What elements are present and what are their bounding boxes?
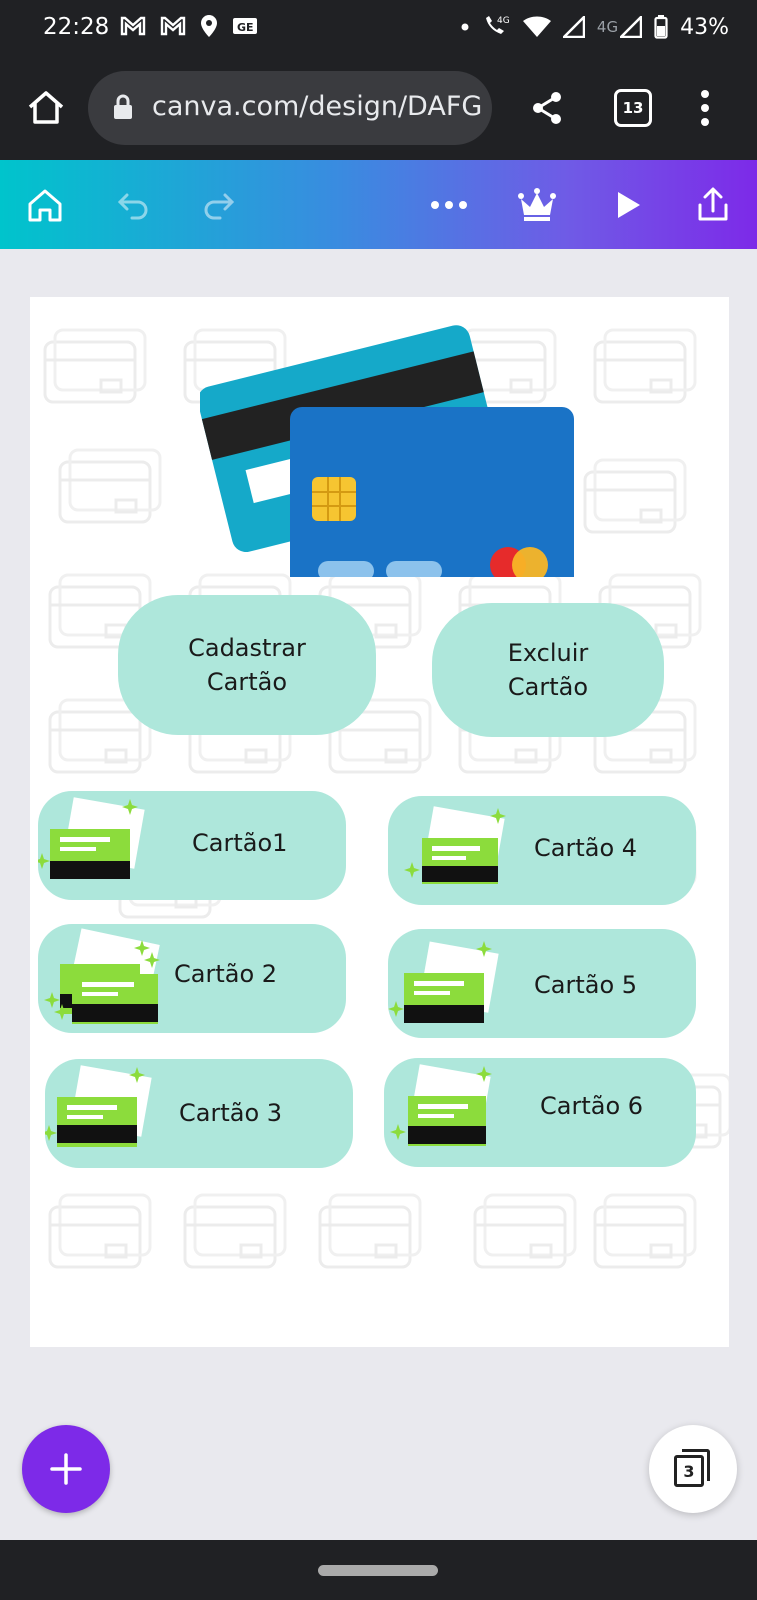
design-page[interactable]: Cadastrar Cartão Excluir Cartão Cartão1 xyxy=(30,297,729,1347)
editor-toolbar xyxy=(0,160,757,249)
status-time: 22:28 xyxy=(43,14,110,40)
system-nav-bar xyxy=(0,1540,757,1600)
svg-text:4G: 4G xyxy=(497,16,510,26)
battery-percent: 43% xyxy=(680,14,729,40)
card-label: Cartão1 xyxy=(192,829,288,857)
card-icon xyxy=(38,797,145,879)
signal-icon xyxy=(562,16,585,38)
card-icon xyxy=(390,1064,492,1146)
card-icon xyxy=(44,928,160,1024)
share-icon xyxy=(698,187,728,221)
register-card-label: Cadastrar Cartão xyxy=(188,634,306,696)
card-button-6[interactable]: Cartão 6 xyxy=(384,1058,696,1167)
status-system-icons: 4G 4G 43% xyxy=(461,14,729,40)
card-button-5[interactable]: Cartão 5 xyxy=(388,929,696,1038)
home-button[interactable] xyxy=(24,86,68,130)
card-button-4[interactable]: Cartão 4 xyxy=(388,796,696,905)
news-icon: GE xyxy=(233,18,257,34)
register-card-button[interactable]: Cadastrar Cartão xyxy=(118,595,376,735)
card-label: Cartão 3 xyxy=(179,1099,283,1127)
card-button-1[interactable]: Cartão1 xyxy=(38,791,346,900)
gmail-icon xyxy=(120,16,146,36)
network-type: 4G xyxy=(596,18,619,36)
browser-menu-button[interactable] xyxy=(690,88,720,128)
more-icon xyxy=(431,201,467,209)
crown-icon xyxy=(518,188,556,221)
svg-text:GE: GE xyxy=(237,21,254,34)
tab-switcher-button[interactable]: 13 xyxy=(614,89,652,127)
battery-icon xyxy=(654,15,668,39)
status-bar: 22:28 GE 4G 4G 43% xyxy=(0,0,757,62)
call-4g-icon: 4G xyxy=(485,16,510,34)
dot-icon xyxy=(461,23,469,31)
plus-icon xyxy=(50,1453,82,1485)
home-icon xyxy=(28,91,64,124)
card-icon xyxy=(388,941,499,1023)
wifi-icon xyxy=(522,16,551,37)
share-icon xyxy=(533,92,561,124)
status-notification-icons: GE xyxy=(120,14,258,38)
more-vert-icon xyxy=(701,90,709,126)
gmail-icon xyxy=(160,16,186,36)
editor-home-button[interactable] xyxy=(22,182,68,228)
present-button[interactable] xyxy=(604,182,650,228)
card-button-2[interactable]: Cartão 2 xyxy=(38,924,346,1033)
undo-button[interactable] xyxy=(110,182,156,228)
share-button[interactable] xyxy=(528,88,568,128)
card-label: Cartão 4 xyxy=(534,834,638,862)
browser-bar: canva.com/design/DAFG 13 xyxy=(0,62,757,160)
signal-icon xyxy=(620,16,643,38)
add-element-button[interactable] xyxy=(22,1425,110,1513)
card-button-3[interactable]: Cartão 3 xyxy=(45,1059,353,1168)
card-icon xyxy=(45,1065,152,1147)
export-button[interactable] xyxy=(690,182,736,228)
location-icon xyxy=(201,15,217,37)
lock-icon xyxy=(114,94,132,119)
home-icon xyxy=(28,189,62,222)
card-label: Cartão 5 xyxy=(534,971,638,999)
card-label: Cartão 2 xyxy=(174,960,278,988)
delete-card-button[interactable]: Excluir Cartão xyxy=(432,603,664,737)
url-text: canva.com/design/DAFG xyxy=(152,91,483,122)
credit-cards-illustration xyxy=(200,325,574,577)
play-icon xyxy=(618,192,640,218)
premium-button[interactable] xyxy=(514,182,560,228)
gesture-handle[interactable] xyxy=(318,1565,438,1576)
card-label: Cartão 6 xyxy=(540,1092,644,1120)
redo-icon xyxy=(204,193,235,220)
card-icon xyxy=(404,806,506,884)
undo-icon xyxy=(117,193,148,220)
tab-count: 13 xyxy=(622,99,644,117)
more-button[interactable] xyxy=(426,182,472,228)
address-bar[interactable]: canva.com/design/DAFG xyxy=(88,71,492,145)
delete-card-label: Excluir Cartão xyxy=(507,639,589,701)
redo-button[interactable] xyxy=(196,182,242,228)
pages-button[interactable]: 3 xyxy=(649,1425,737,1513)
pages-icon: 3 xyxy=(674,1449,712,1489)
page-count: 3 xyxy=(683,1461,695,1481)
